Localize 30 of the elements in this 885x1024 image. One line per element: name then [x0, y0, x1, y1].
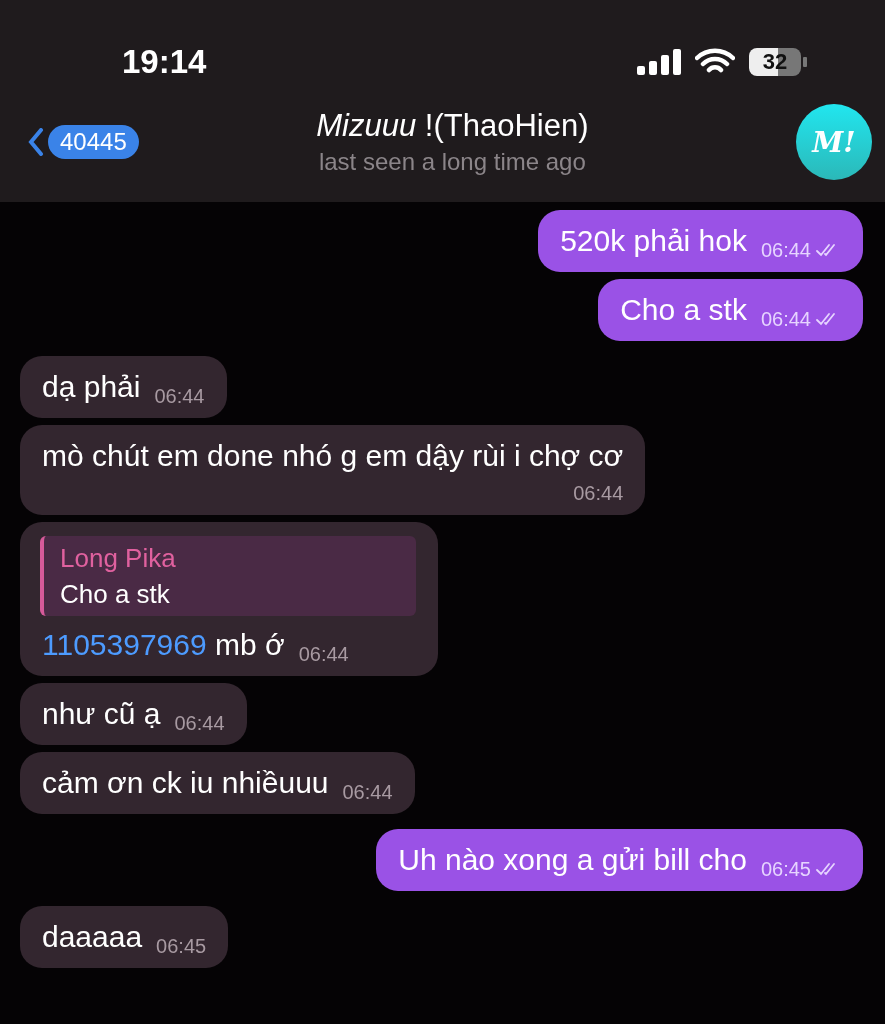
battery-indicator: 32: [749, 48, 807, 76]
reply-author: Long Pika: [60, 542, 177, 575]
message-time: 06:44: [760, 307, 811, 332]
message-time: 06:45: [156, 934, 207, 959]
message-text: như cũ ạ: [42, 696, 161, 732]
message-text: 520k phải hok: [560, 223, 747, 259]
message-time: 06:44: [154, 384, 205, 409]
message-text: cảm ơn ck iu nhiềuuu: [42, 765, 329, 801]
signal-icon: [637, 49, 681, 75]
message-time: 06:44: [573, 481, 624, 506]
message-time: 06:44: [174, 711, 225, 736]
message-time: 06:44: [298, 642, 349, 667]
back-button[interactable]: 40445: [28, 125, 139, 159]
phone-number-link[interactable]: 1105397969: [42, 628, 207, 661]
message-text: dạ phải: [42, 369, 141, 405]
chat-title: Mizuuu !(ThaoHien): [316, 108, 589, 144]
message-text: Cho a stk: [620, 292, 747, 328]
message-time: 06:44: [760, 238, 811, 263]
message-text: Uh nào xong a gửi bill cho: [398, 842, 747, 878]
reply-text: Cho a stk: [60, 578, 171, 611]
message-text: daaaaa: [42, 919, 143, 955]
status-time: 19:14: [122, 43, 207, 81]
message-text: mb ớ: [213, 628, 285, 661]
back-chevron-icon: [28, 128, 44, 156]
message-time: 06:44: [342, 780, 393, 805]
message-text: mò chút em done nhó g em dậy rùi i chợ cơ: [42, 438, 624, 474]
quoted-reply[interactable]: Long Pika Cho a stk: [40, 536, 416, 616]
message-time: 06:45: [760, 857, 811, 882]
last-seen-status: last seen a long time ago: [318, 148, 586, 176]
unread-count-badge: 40445: [48, 125, 139, 159]
